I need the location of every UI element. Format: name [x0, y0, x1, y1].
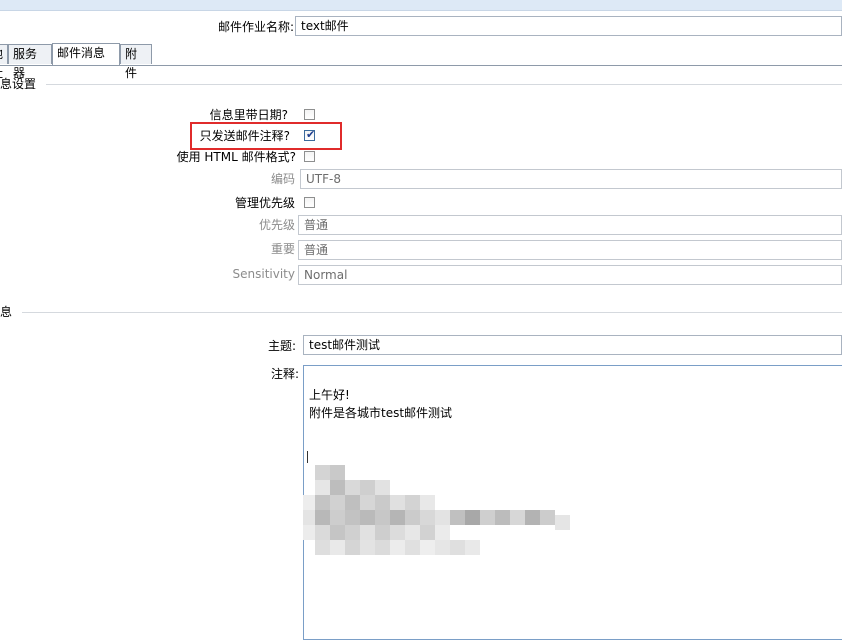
redacted-pixel — [330, 525, 345, 540]
redacted-pixel — [315, 495, 330, 510]
redacted-pixel — [345, 525, 360, 540]
tab-server[interactable]: 服务器 — [8, 44, 52, 80]
comment-label: 注释: — [270, 367, 299, 381]
redacted-pixel — [315, 540, 330, 555]
redacted-pixel — [405, 540, 420, 555]
redacted-pixel — [345, 495, 360, 510]
priority-label: 优先级 — [258, 218, 295, 232]
redacted-pixel — [405, 510, 420, 525]
redacted-pixel — [390, 540, 405, 555]
redacted-pixel — [420, 510, 435, 525]
redacted-pixel — [450, 510, 465, 525]
tab-attachments[interactable]: 附件 — [120, 44, 152, 80]
redacted-pixel — [435, 525, 450, 540]
redacted-pixel — [510, 510, 525, 525]
message-settings-title: 消息设置 — [0, 77, 37, 91]
redacted-pixel — [315, 465, 330, 480]
importance-label: 重要 — [270, 242, 295, 256]
redacted-pixel — [540, 510, 555, 525]
tab-email-message-label: 邮件消息 — [57, 46, 106, 60]
job-name-label: 邮件作业名称: — [217, 20, 294, 34]
redacted-pixel — [375, 540, 390, 555]
manage-priority-checkbox[interactable] — [304, 197, 315, 208]
redacted-pixel — [345, 510, 360, 525]
redacted-pixel — [330, 495, 345, 510]
redacted-pixel — [315, 480, 330, 495]
redacted-pixel — [375, 525, 390, 540]
message-section-title: 消息 — [0, 305, 13, 319]
redacted-pixel — [375, 510, 390, 525]
redacted-pixel — [435, 510, 450, 525]
highlight-box — [190, 122, 342, 150]
redacted-pixel — [555, 515, 570, 530]
redacted-pixel — [465, 540, 480, 555]
redacted-pixel — [480, 510, 495, 525]
include-date-label: 信息里带日期? — [209, 108, 288, 122]
tab-email-message[interactable]: 邮件消息 — [52, 43, 120, 65]
redacted-pixel — [330, 510, 345, 525]
redacted-pixel — [405, 495, 420, 510]
redacted-pixel — [375, 480, 390, 495]
redacted-pixel — [435, 540, 450, 555]
redacted-pixel — [345, 480, 360, 495]
redacted-pixel — [375, 495, 390, 510]
encoding-label: 编码 — [270, 172, 295, 186]
job-name-input[interactable]: text邮件 — [295, 16, 842, 36]
priority-select[interactable]: 普通 — [298, 215, 842, 235]
importance-select[interactable]: 普通 — [298, 240, 842, 260]
window-top-strip — [0, 0, 842, 11]
redacted-content — [303, 455, 583, 575]
tab-bar: 地址 服务器 邮件消息 附件 — [0, 43, 842, 80]
redacted-pixel — [525, 510, 540, 525]
redacted-pixel — [390, 525, 405, 540]
html-format-label: 使用 HTML 邮件格式? — [176, 150, 296, 164]
html-format-checkbox[interactable] — [304, 151, 315, 162]
section-divider — [46, 84, 842, 85]
subject-input[interactable]: test邮件测试 — [303, 335, 842, 355]
redacted-pixel — [420, 540, 435, 555]
redacted-pixel — [465, 510, 480, 525]
subject-label: 主题: — [267, 339, 296, 353]
sensitivity-label: Sensitivity — [232, 267, 295, 281]
redacted-pixel — [360, 540, 375, 555]
redacted-pixel — [360, 480, 375, 495]
redacted-pixel — [330, 540, 345, 555]
redacted-pixel — [420, 525, 435, 540]
redacted-pixel — [315, 525, 330, 540]
manage-priority-label: 管理优先级 — [234, 196, 295, 210]
redacted-pixel — [360, 510, 375, 525]
redacted-pixel — [360, 495, 375, 510]
redacted-pixel — [390, 510, 405, 525]
comment-line: 上午好! — [309, 388, 350, 402]
redacted-pixel — [330, 480, 345, 495]
redacted-pixel — [405, 525, 420, 540]
tab-addresses[interactable]: 地址 — [0, 44, 8, 80]
tab-attachments-label: 附件 — [125, 47, 138, 80]
section-divider — [22, 312, 842, 313]
redacted-pixel — [450, 540, 465, 555]
redacted-pixel — [390, 495, 405, 510]
redacted-pixel — [330, 465, 345, 480]
sensitivity-select[interactable]: Normal — [298, 265, 842, 285]
redacted-pixel — [315, 510, 330, 525]
encoding-input[interactable]: UTF-8 — [300, 169, 842, 189]
include-date-checkbox[interactable] — [304, 109, 315, 120]
comment-line: 附件是各城市test邮件测试 — [309, 406, 453, 420]
redacted-pixel — [420, 495, 435, 510]
redacted-pixel — [345, 540, 360, 555]
redacted-pixel — [495, 510, 510, 525]
redacted-pixel — [360, 525, 375, 540]
